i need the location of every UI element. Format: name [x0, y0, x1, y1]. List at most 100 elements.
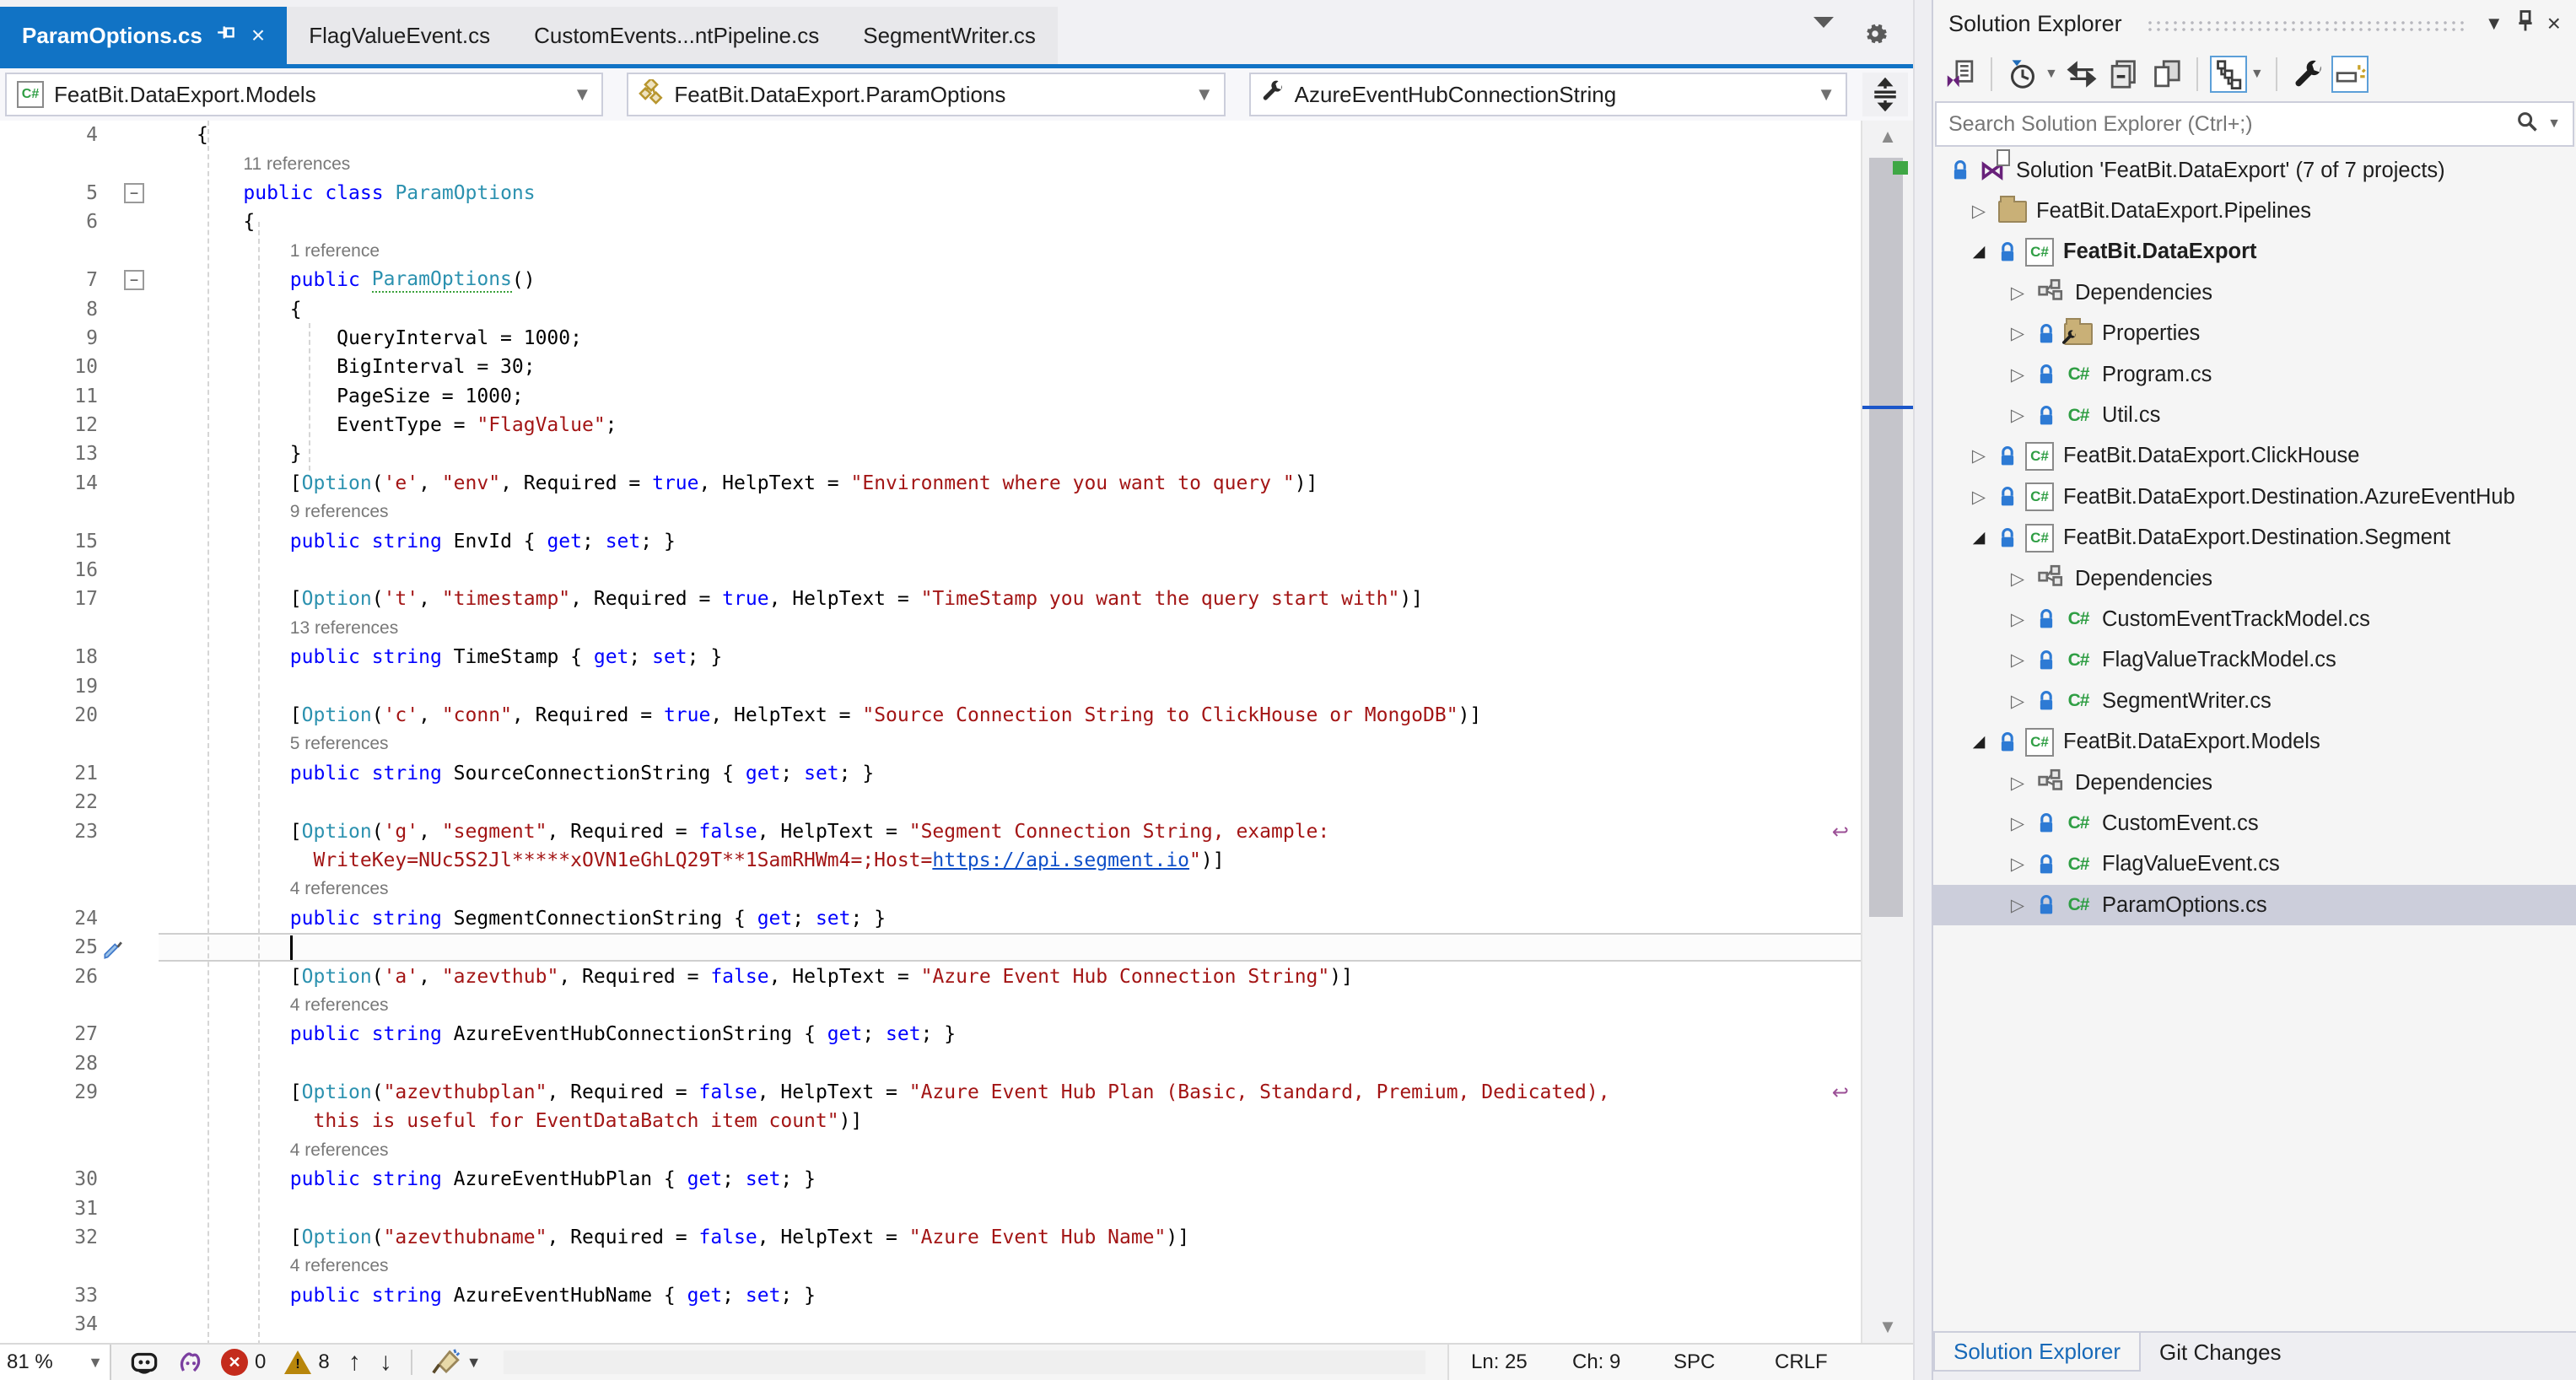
- spaces-indicator[interactable]: SPC: [1652, 1350, 1753, 1374]
- codelens-references-link[interactable]: 9 references: [159, 502, 389, 522]
- expand-arrow-icon[interactable]: ▷: [2002, 323, 2033, 344]
- expand-arrow-icon[interactable]: ▷: [2002, 405, 2033, 426]
- chevron-down-icon[interactable]: ▼: [2547, 116, 2561, 132]
- collapse-arrow-icon[interactable]: ◢: [1964, 242, 1994, 261]
- preview-selected-items-icon[interactable]: [2331, 56, 2369, 93]
- tree-item-solution-featbit-dataexport-7-of-7-projects-[interactable]: ⋈Solution 'FeatBit.DataExport' (7 of 7 p…: [1933, 150, 2576, 191]
- document-tab-segmentwriter-cs[interactable]: SegmentWriter.cs: [841, 7, 1058, 64]
- pin-icon[interactable]: [2515, 9, 2536, 38]
- collapse-region-button[interactable]: −: [124, 270, 144, 290]
- pending-changes-filter-icon[interactable]: [2004, 56, 2041, 93]
- expand-arrow-icon[interactable]: ▷: [2002, 813, 2033, 834]
- split-window-button[interactable]: [1862, 73, 1908, 116]
- tree-item-paramoptions-cs[interactable]: ▷C#ParamOptions.cs: [1933, 885, 2576, 925]
- switch-views-icon[interactable]: [1942, 56, 1979, 93]
- codelens-references-link[interactable]: 13 references: [159, 618, 398, 639]
- tree-item-featbit-dataexport-models[interactable]: ◢C#FeatBit.DataExport.Models: [1933, 721, 2576, 762]
- search-input[interactable]: Search Solution Explorer (Ctrl+;) ▼: [1935, 101, 2574, 147]
- tree-item-featbit-dataexport[interactable]: ◢C#FeatBit.DataExport: [1933, 232, 2576, 272]
- codelens-references-link[interactable]: 4 references: [159, 1140, 389, 1161]
- close-icon[interactable]: ×: [251, 24, 265, 47]
- tree-item-util-cs[interactable]: ▷C#Util.cs: [1933, 395, 2576, 435]
- copilot-icon[interactable]: [130, 1350, 159, 1375]
- tab-git-changes[interactable]: Git Changes: [2141, 1333, 2300, 1372]
- tree-item-dependencies[interactable]: ▷Dependencies: [1933, 272, 2576, 313]
- horizontal-scrollbar[interactable]: [504, 1350, 1425, 1374]
- codelens-references-link[interactable]: 4 references: [159, 995, 389, 1016]
- line-indicator[interactable]: Ln: 25: [1449, 1350, 1550, 1374]
- expand-arrow-icon[interactable]: ▷: [1964, 201, 1994, 222]
- search-icon[interactable]: [2515, 110, 2539, 139]
- document-list-chevron-icon[interactable]: [1813, 28, 1834, 43]
- chevron-down-icon[interactable]: ▼: [2045, 67, 2058, 82]
- chevron-down-icon[interactable]: ▼: [2250, 67, 2264, 82]
- member-dropdown[interactable]: AzureEventHubConnectionString ▼: [1249, 73, 1847, 116]
- line-ending-indicator[interactable]: CRLF: [1753, 1350, 1854, 1374]
- expand-arrow-icon[interactable]: ▷: [2002, 569, 2033, 590]
- code-cleanup-button[interactable]: ▼: [431, 1348, 482, 1377]
- expand-arrow-icon[interactable]: ▷: [1964, 445, 1994, 466]
- codelens-references-link[interactable]: 4 references: [159, 1256, 389, 1276]
- document-tab-paramoptions-cs[interactable]: ParamOptions.cs×: [0, 7, 287, 64]
- tab-solution-explorer[interactable]: Solution Explorer: [1933, 1333, 2141, 1372]
- expand-arrow-icon[interactable]: ▷: [2002, 283, 2033, 304]
- properties-wrench-icon[interactable]: [2289, 56, 2326, 93]
- panel-title-bar[interactable]: Solution Explorer ▼ ×: [1933, 0, 2576, 47]
- type-dropdown[interactable]: FeatBit.DataExport.ParamOptions ▼: [627, 73, 1225, 116]
- codelens-references-link[interactable]: 1 reference: [159, 241, 380, 261]
- code-text-area[interactable]: 4{11 references5− public class ParamOpti…: [0, 121, 1861, 1343]
- panel-splitter[interactable]: [1913, 0, 1932, 1380]
- expand-arrow-icon[interactable]: ▷: [2002, 691, 2033, 712]
- collapse-all-icon[interactable]: [2105, 56, 2142, 93]
- tree-item-flagvalueevent-cs[interactable]: ▷C#FlagValueEvent.cs: [1933, 844, 2576, 885]
- tree-item-flagvaluetrackmodel-cs[interactable]: ▷C#FlagValueTrackModel.cs: [1933, 640, 2576, 681]
- expand-arrow-icon[interactable]: ▷: [2002, 854, 2033, 875]
- gear-icon[interactable]: [1862, 21, 1888, 51]
- collapse-region-button[interactable]: −: [124, 183, 144, 203]
- tree-item-featbit-dataexport-pipelines[interactable]: ▷FeatBit.DataExport.Pipelines: [1933, 191, 2576, 231]
- scroll-up-arrow-icon[interactable]: ▲: [1862, 126, 1913, 148]
- expand-arrow-icon[interactable]: ▷: [2002, 773, 2033, 794]
- tree-item-featbit-dataexport-destination-azureeventhub[interactable]: ▷C#FeatBit.DataExport.Destination.AzureE…: [1933, 477, 2576, 517]
- pin-icon[interactable]: [216, 22, 238, 50]
- expand-arrow-icon[interactable]: ▷: [2002, 895, 2033, 916]
- sync-with-active-document-icon[interactable]: [2063, 56, 2100, 93]
- project-dropdown[interactable]: C# FeatBit.DataExport.Models ▼: [5, 73, 603, 116]
- show-all-files-icon[interactable]: [2148, 56, 2185, 93]
- vertical-scrollbar[interactable]: ▲ ▼: [1861, 121, 1913, 1343]
- warnings-badge[interactable]: ! 8: [284, 1350, 329, 1374]
- collapse-arrow-icon[interactable]: ◢: [1964, 732, 1994, 752]
- tree-item-featbit-dataexport-destination-segment[interactable]: ◢C#FeatBit.DataExport.Destination.Segmen…: [1933, 518, 2576, 558]
- intellicode-icon[interactable]: [177, 1350, 202, 1375]
- tree-item-customeventtrackmodel-cs[interactable]: ▷C#CustomEventTrackModel.cs: [1933, 599, 2576, 639]
- tree-item-customevent-cs[interactable]: ▷C#CustomEvent.cs: [1933, 803, 2576, 844]
- zoom-select[interactable]: 81 % ▼: [0, 1345, 111, 1380]
- tree-item-dependencies[interactable]: ▷Dependencies: [1933, 763, 2576, 803]
- expand-arrow-icon[interactable]: ▷: [2002, 364, 2033, 385]
- close-icon[interactable]: ×: [2547, 10, 2561, 37]
- codelens-references-link[interactable]: 5 references: [159, 734, 389, 754]
- column-indicator[interactable]: Ch: 9: [1550, 1350, 1652, 1374]
- document-tab-customevents-ntpipeline-cs[interactable]: CustomEvents...ntPipeline.cs: [512, 7, 841, 64]
- tree-item-segmentwriter-cs[interactable]: ▷C#SegmentWriter.cs: [1933, 681, 2576, 721]
- errors-badge[interactable]: ✕ 0: [221, 1349, 266, 1376]
- drag-grip[interactable]: [2146, 19, 2465, 33]
- tree-item-featbit-dataexport-clickhouse[interactable]: ▷C#FeatBit.DataExport.ClickHouse: [1933, 436, 2576, 477]
- group-by-icon[interactable]: [2210, 56, 2247, 93]
- scrollbar-thumb[interactable]: [1869, 158, 1903, 917]
- tree-item-properties[interactable]: ▷Properties: [1933, 314, 2576, 354]
- navigate-down-icon[interactable]: ↓: [380, 1348, 392, 1377]
- tree-item-dependencies[interactable]: ▷Dependencies: [1933, 558, 2576, 599]
- scroll-down-arrow-icon[interactable]: ▼: [1862, 1316, 1913, 1338]
- document-tab-flagvalueevent-cs[interactable]: FlagValueEvent.cs: [287, 7, 512, 64]
- code-editor[interactable]: 4{11 references5− public class ParamOpti…: [0, 121, 1913, 1343]
- expand-arrow-icon[interactable]: ▷: [2002, 650, 2033, 671]
- codelens-references-link[interactable]: 4 references: [159, 879, 389, 899]
- window-position-chevron-icon[interactable]: ▼: [2485, 13, 2503, 35]
- expand-arrow-icon[interactable]: ▷: [1964, 487, 1994, 508]
- tree-item-program-cs[interactable]: ▷C#Program.cs: [1933, 354, 2576, 395]
- expand-arrow-icon[interactable]: ▷: [2002, 609, 2033, 630]
- navigate-up-icon[interactable]: ↑: [348, 1348, 361, 1377]
- codelens-references-link[interactable]: 11 references: [159, 154, 350, 175]
- collapse-arrow-icon[interactable]: ◢: [1964, 528, 1994, 547]
